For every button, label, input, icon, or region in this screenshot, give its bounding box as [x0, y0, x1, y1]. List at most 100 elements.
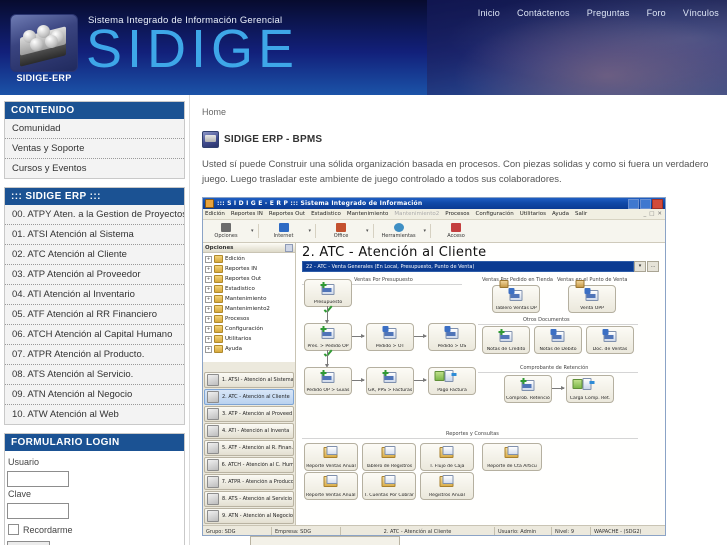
sidebar-item-atch[interactable]: 06. ATCH Atención al Capital Humano [5, 325, 184, 345]
menu-procesos[interactable]: Procesos [445, 211, 469, 217]
node-carga-comp-ret[interactable]: Carga Comp. Ret. [566, 375, 614, 403]
menu-ayuda[interactable]: Ayuda [552, 211, 569, 217]
expand-icon[interactable]: + [205, 325, 212, 333]
module-item-ati[interactable]: 4. ATI - Atención al Inventa [204, 423, 294, 439]
report-reporte-ventas-anual-plus[interactable]: Reporte Ventas Anual+ [304, 472, 358, 500]
recordarme-row[interactable]: Recordarme [8, 524, 182, 535]
module-item-atn[interactable]: 9. ATN - Atención al Negocio [204, 508, 294, 524]
tree-item-estadistico[interactable]: + Estadistico [203, 284, 295, 294]
pin-icon[interactable] [285, 243, 293, 252]
tree-item-edicion[interactable]: + Edición [203, 254, 295, 264]
expand-icon[interactable]: + [205, 255, 212, 263]
tree-item-procesos[interactable]: + Procesos [203, 314, 295, 324]
site-logo[interactable]: SIDIGE-ERP [10, 14, 80, 86]
toolbar-opciones[interactable]: Opciones [203, 223, 249, 239]
tree-item-utilitarios[interactable]: + Utilitarios [203, 334, 295, 344]
breadcrumb[interactable]: Home [202, 107, 727, 117]
tree-item-reportes-out[interactable]: + Reportes Out [203, 274, 295, 284]
sidebar-item-cursos-eventos[interactable]: Cursos y Eventos [5, 159, 184, 178]
tree-item-reportes-in[interactable]: + Reportes IN [203, 264, 295, 274]
menu-estadistico[interactable]: Estadistico [311, 211, 341, 217]
module-item-atpr[interactable]: 7. ATPR - Atención a Producc. [204, 474, 294, 490]
sidebar-item-atc[interactable]: 02. ATC Atención al Cliente [5, 245, 184, 265]
entrar-button[interactable]: Entrar [7, 541, 50, 545]
node-notas-debito[interactable]: Notas de Debito [534, 326, 582, 354]
menu-mantenimiento[interactable]: Mantenimiento [347, 211, 388, 217]
herramientas-dropdown-icon[interactable]: ▾ [422, 228, 429, 234]
menu-reportes-in[interactable]: Reportes IN [231, 211, 263, 217]
node-pedido-os[interactable]: Pedido > OS [428, 323, 476, 351]
menu-reportes-out[interactable]: Reportes Out [269, 211, 305, 217]
expand-icon[interactable]: + [205, 275, 212, 283]
module-item-atf[interactable]: 5. ATF - Atención al R. Finan. [204, 440, 294, 456]
process-selector[interactable]: 22 - ATC - Venta Generales (En Local, Pr… [302, 261, 659, 272]
report-flujo-caja[interactable]: T. Flujo de Caja [420, 443, 474, 471]
mdi-restore-icon[interactable]: □ [649, 211, 654, 217]
node-pedido-guias[interactable]: Pedido OP > Guias [304, 367, 352, 395]
sidebar-item-atw[interactable]: 10. ATW Atención al Web [5, 405, 184, 424]
node-gr-facturas[interactable]: GR, PPS > Facturas [366, 367, 414, 395]
expand-icon[interactable]: + [205, 295, 212, 303]
nav-inicio[interactable]: Inicio [478, 8, 500, 18]
expand-icon[interactable]: + [205, 315, 212, 323]
menu-salir[interactable]: Salir [575, 211, 587, 217]
toolbar-office[interactable]: Office [318, 223, 364, 239]
office-dropdown-icon[interactable]: ▾ [364, 228, 371, 234]
clave-input[interactable] [7, 503, 69, 519]
menu-utilitarios[interactable]: Utilitarios [520, 211, 546, 217]
expand-icon[interactable]: + [205, 345, 212, 353]
module-item-atp[interactable]: 3. ATP - Atención al Proveed [204, 406, 294, 422]
node-tablero-ventas-dp[interactable]: Tablero Ventas DP [492, 280, 540, 313]
toolbar-acceso[interactable]: Acceso [433, 223, 479, 239]
nav-vinculos[interactable]: Vínculos [683, 8, 719, 18]
expand-icon[interactable]: + [205, 285, 212, 293]
expand-icon[interactable]: + [205, 265, 212, 273]
report-reporte-ventas-anual[interactable]: Reporte Ventas Anual [304, 443, 358, 471]
close-button[interactable] [652, 198, 663, 209]
menu-edicion[interactable]: Edición [205, 211, 225, 217]
nav-foro[interactable]: Foro [647, 8, 666, 18]
report-registros-anual[interactable]: Registros Anual [420, 472, 474, 500]
process-selector-value[interactable]: 22 - ATC - Venta Generales (En Local, Pr… [302, 261, 634, 272]
nav-preguntas[interactable]: Preguntas [587, 8, 630, 18]
tree-item-ayuda[interactable]: + Ayuda [203, 344, 295, 354]
sidebar-item-atpy[interactable]: 00. ATPY Aten. a la Gestion de Proyectos [5, 205, 184, 225]
module-item-ats[interactable]: 8. ATS - Atención al Servicio [204, 491, 294, 507]
sidebar-item-atpr[interactable]: 07. ATPR Atención al Producto. [5, 345, 184, 365]
report-cta-articulo[interactable]: Reporte de Cta Articu [482, 443, 542, 471]
tree-item-mantenimiento2[interactable]: + Mantenimiento2 [203, 304, 295, 314]
internet-dropdown-icon[interactable]: ▾ [307, 228, 314, 234]
ellipsis-button[interactable]: ... [647, 261, 659, 272]
tree-item-mantenimiento[interactable]: + Mantenimiento [203, 294, 295, 304]
nav-contactenos[interactable]: Contáctenos [517, 8, 570, 18]
chevron-down-icon[interactable]: ▾ [634, 261, 646, 272]
menu-configuracion[interactable]: Configuración [476, 211, 514, 217]
node-venta-opp[interactable]: Venta OPP [568, 280, 616, 313]
node-presupuesto[interactable]: Presupuesto [304, 279, 352, 307]
node-pres-pedido-op[interactable]: Pres. > Pedido OP [304, 323, 352, 351]
sidebar-item-atn[interactable]: 09. ATN Atención al Negocio [5, 385, 184, 405]
module-item-atsi[interactable]: 1. ATSI - Atención al Sistema [204, 372, 294, 388]
node-doc-ventas[interactable]: Doc. de Ventas [586, 326, 634, 354]
sidebar-item-atp[interactable]: 03. ATP Atención al Proveedor [5, 265, 184, 285]
module-item-atc[interactable]: 2. ATC - Atención al Cliente [204, 389, 294, 405]
expand-icon[interactable]: + [205, 305, 212, 313]
sidebar-item-atsi[interactable]: 01. ATSI Atención al Sistema [5, 225, 184, 245]
toolbar-internet[interactable]: Internet [261, 223, 307, 239]
node-pedido-ot[interactable]: Pedido > OT [366, 323, 414, 351]
module-item-atch[interactable]: 6. ATCH - Atención al C. Hum. [204, 457, 294, 473]
opciones-dropdown-icon[interactable]: ▾ [249, 228, 256, 234]
sidebar-item-ats[interactable]: 08. ATS Atención al Servicio. [5, 365, 184, 385]
node-pago-factura[interactable]: Pago Factura [428, 367, 476, 395]
report-tablero-registros[interactable]: Tablero de Registros [362, 443, 416, 471]
recordarme-checkbox[interactable] [8, 524, 19, 535]
report-cuentas-por-cobrar[interactable]: T. Cuentas Por Cobrar [362, 472, 416, 500]
expand-icon[interactable]: + [205, 335, 212, 343]
mdi-minimize-icon[interactable]: _ [643, 211, 646, 217]
sidebar-item-ati[interactable]: 04. ATI Atención al Inventario [5, 285, 184, 305]
sidebar-item-atf[interactable]: 05. ATF Atención al RR Financiero [5, 305, 184, 325]
mdi-close-icon[interactable]: ✕ [657, 211, 662, 217]
sidebar-item-ventas-soporte[interactable]: Ventas y Soporte [5, 139, 184, 159]
usuario-input[interactable] [7, 471, 69, 487]
sidebar-item-comunidad[interactable]: Comunidad [5, 119, 184, 139]
